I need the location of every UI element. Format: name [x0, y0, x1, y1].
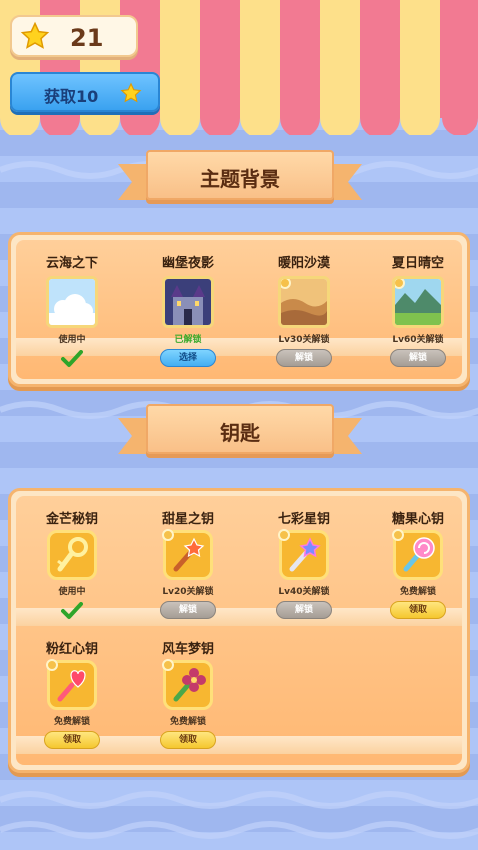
theme-item[interactable]: 暖阳沙漠 Lv30关解锁 解锁 [254, 252, 354, 367]
lock-icon [162, 529, 174, 541]
star-count: 21 [70, 24, 104, 52]
key-item[interactable]: 糖果心钥 免费解锁 领取 [368, 508, 468, 619]
lock-icon [162, 659, 174, 671]
key-thumbnail [162, 659, 213, 710]
theme-name: 夏日晴空 [391, 256, 444, 271]
keys-panel-inner: 金芒秘钥 使用中 甜星之钥 Lv20关解锁 解锁 七彩星钥 Lv40关解锁 解锁… [16, 496, 462, 765]
keys-title: 钥匙 [220, 421, 260, 445]
ribbon-body: 主题背景 [146, 150, 334, 200]
themes-title: 主题背景 [200, 167, 280, 191]
key-item[interactable]: 粉红心钥 免费解锁 领取 [22, 638, 122, 749]
key-thumbnail [278, 529, 329, 580]
get-stars-label: 获取10 [44, 87, 99, 106]
key-status: 使用中 [58, 587, 86, 597]
theme-name: 幽堡夜影 [161, 256, 214, 271]
key-status: 免费解锁 [53, 717, 90, 727]
check-icon [61, 350, 83, 367]
theme-item[interactable]: 幽堡夜影 已解锁 选择 [138, 252, 238, 367]
star-wand-icon [173, 537, 205, 572]
key-thumbnail [392, 529, 443, 580]
lock-icon [278, 529, 290, 541]
claim-button[interactable]: 领取 [390, 601, 446, 619]
themes-panel: 云海之下 使用中 幽堡夜影 已解锁 选择 暖阳沙漠 Lv30关解锁 解锁 夏日晴… [8, 232, 470, 387]
key-item[interactable]: 甜星之钥 Lv20关解锁 解锁 [138, 508, 238, 619]
theme-thumbnail [278, 276, 330, 328]
themes-panel-inner: 云海之下 使用中 幽堡夜影 已解锁 选择 暖阳沙漠 Lv30关解锁 解锁 夏日晴… [16, 240, 462, 379]
theme-thumbnail [46, 276, 98, 328]
keys-panel: 金芒秘钥 使用中 甜星之钥 Lv20关解锁 解锁 七彩星钥 Lv40关解锁 解锁… [8, 488, 470, 773]
key-name: 糖果心钥 [391, 512, 444, 527]
key-status: Lv40关解锁 [278, 587, 330, 597]
key-name: 粉红心钥 [45, 642, 98, 657]
lock-icon [392, 529, 404, 541]
theme-thumbnail [162, 276, 214, 328]
castle-night-image [165, 279, 211, 325]
themes-banner: 主题背景 [118, 150, 362, 210]
key-name: 七彩星钥 [277, 512, 330, 527]
key-status: 免费解锁 [399, 587, 436, 597]
key-status: 免费解锁 [169, 717, 206, 727]
theme-name: 暖阳沙漠 [277, 256, 330, 271]
star-icon [20, 21, 50, 49]
golden-key-icon [57, 537, 88, 572]
key-name: 金芒秘钥 [45, 512, 98, 527]
unlock-button[interactable]: 解锁 [276, 349, 332, 367]
unlock-button[interactable]: 解锁 [160, 601, 216, 619]
theme-status: Lv60关解锁 [392, 335, 444, 345]
lock-icon [395, 279, 405, 289]
pink-heart-key-icon [57, 670, 86, 702]
claim-button[interactable]: 领取 [160, 731, 216, 749]
theme-name: 云海之下 [45, 256, 98, 271]
lock-icon [46, 659, 58, 671]
select-button[interactable]: 选择 [160, 349, 216, 367]
ribbon-body: 钥匙 [146, 404, 334, 454]
unlock-button[interactable]: 解锁 [390, 349, 446, 367]
theme-thumbnail [392, 276, 444, 328]
pinwheel-key-icon [173, 668, 206, 702]
key-item[interactable]: 七彩星钥 Lv40关解锁 解锁 [254, 508, 354, 619]
star-icon [120, 82, 142, 103]
keys-banner: 钥匙 [118, 404, 362, 464]
unlock-button[interactable]: 解锁 [276, 601, 332, 619]
theme-item[interactable]: 云海之下 使用中 [22, 252, 122, 372]
key-item[interactable]: 风车梦钥 免费解锁 领取 [138, 638, 238, 749]
claim-button[interactable]: 领取 [44, 731, 100, 749]
key-name: 甜星之钥 [161, 512, 214, 527]
theme-status: Lv30关解锁 [278, 335, 330, 345]
get-stars-button[interactable]: 获取10 [10, 72, 160, 112]
theme-status: 使用中 [58, 335, 86, 345]
rainbow-star-icon [289, 537, 321, 572]
star-counter: 21 [10, 15, 138, 57]
theme-item[interactable]: 夏日晴空 Lv60关解锁 解锁 [368, 252, 468, 367]
key-thumbnail [46, 659, 97, 710]
cloud-sky-image [49, 279, 95, 325]
key-name: 风车梦钥 [161, 642, 214, 657]
key-thumbnail [47, 530, 97, 580]
check-icon [61, 602, 83, 619]
key-item[interactable]: 金芒秘钥 使用中 [22, 508, 122, 624]
lock-icon [281, 279, 291, 289]
key-status: Lv20关解锁 [162, 587, 214, 597]
key-thumbnail [162, 529, 213, 580]
candy-lollipop-icon [403, 537, 435, 572]
theme-status: 已解锁 [174, 335, 202, 345]
